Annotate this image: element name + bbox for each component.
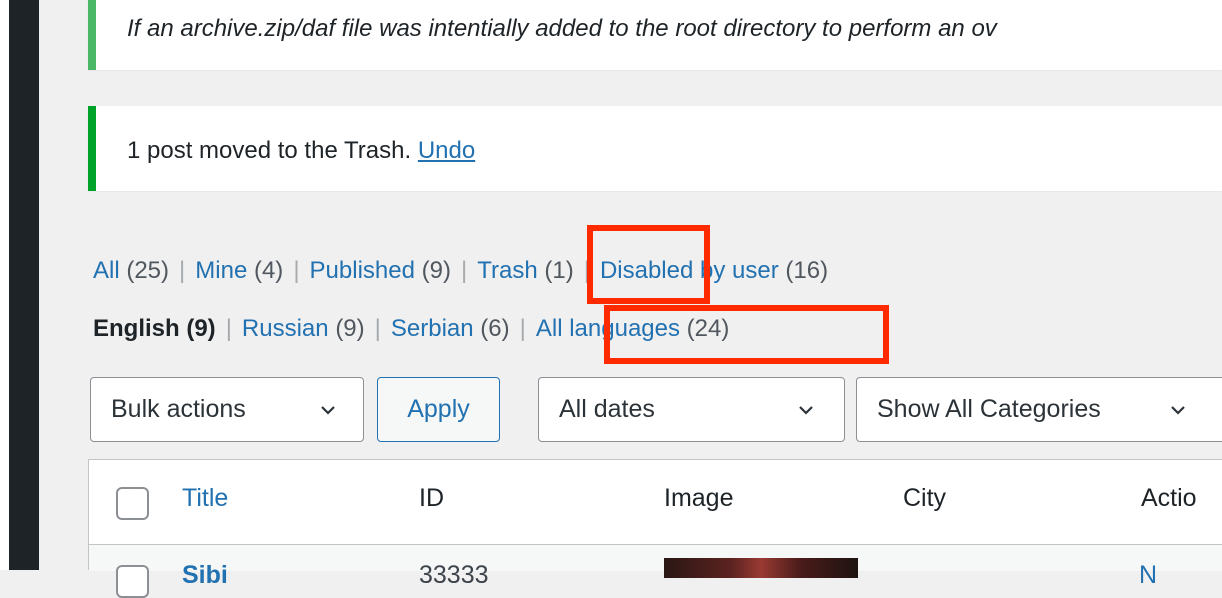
select-all-checkbox[interactable] <box>116 487 149 520</box>
row-image-thumbnail <box>664 558 858 578</box>
table-header: Title ID Image City Actio <box>89 460 1222 545</box>
filter-all[interactable]: All (25) <box>93 257 169 284</box>
column-actions: Actio <box>1141 484 1197 512</box>
chevron-down-icon <box>799 406 813 415</box>
language-russian[interactable]: Russian (9) <box>242 315 365 342</box>
page-margin <box>0 0 9 570</box>
archive-warning-notice: If an archive.zip/daf file was intential… <box>88 0 1222 70</box>
column-title[interactable]: Title <box>182 484 228 513</box>
trash-message: 1 post moved to the Trash. Undo <box>127 137 475 165</box>
row-id: 33333 <box>419 561 489 589</box>
dates-filter-value: All dates <box>559 395 655 423</box>
chevron-down-icon <box>321 406 335 415</box>
categories-filter-value: Show All Categories <box>877 395 1101 423</box>
trash-message-text: 1 post moved to the Trash. <box>127 137 412 164</box>
filter-trash[interactable]: Trash (1) <box>477 257 573 284</box>
row-title-link[interactable]: Sibi <box>182 561 228 590</box>
table-row: Sibi 33333 N <box>89 545 1222 598</box>
trash-success-notice: 1 post moved to the Trash. Undo <box>88 106 1222 191</box>
apply-button[interactable]: Apply <box>377 377 500 442</box>
column-image: Image <box>664 484 734 512</box>
undo-link[interactable]: Undo <box>418 137 475 164</box>
separator: | <box>179 257 186 284</box>
archive-warning-text: If an archive.zip/daf file was intential… <box>127 15 997 42</box>
bulk-actions-value: Bulk actions <box>111 395 246 423</box>
highlight-all-languages-box <box>604 305 889 364</box>
chevron-down-icon <box>1171 406 1185 415</box>
language-english-current: English (9) <box>93 315 216 342</box>
filter-mine[interactable]: Mine (4) <box>195 257 283 284</box>
filter-published[interactable]: Published (9) <box>310 257 451 284</box>
separator: | <box>374 315 381 342</box>
language-serbian[interactable]: Serbian (6) <box>391 315 510 342</box>
separator: | <box>293 257 300 284</box>
status-filter-links: All (25) | Mine (4) | Published (9) | Trash (1… <box>93 257 828 285</box>
separator: | <box>460 257 468 284</box>
separator: | <box>225 315 232 342</box>
categories-filter-select[interactable]: Show All Categories <box>856 377 1222 442</box>
highlight-trash-box <box>587 225 710 304</box>
separator: | <box>519 315 526 342</box>
posts-table: Title ID Image City Actio Sibi 33333 N <box>88 459 1222 598</box>
row-action: N <box>1139 561 1158 589</box>
column-id: ID <box>419 484 444 512</box>
column-city: City <box>903 484 947 512</box>
dates-filter-select[interactable]: All dates <box>538 377 845 442</box>
bulk-actions-select[interactable]: Bulk actions <box>90 377 364 442</box>
